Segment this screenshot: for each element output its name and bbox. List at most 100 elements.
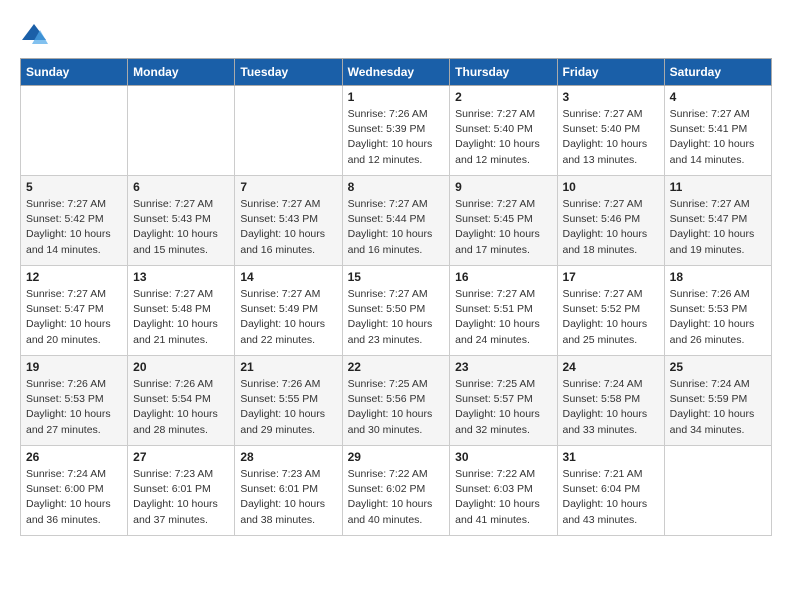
calendar-cell: 28 Sunrise: 7:23 AM Sunset: 6:01 PM Dayli… — [235, 446, 342, 536]
calendar-cell: 19Sunrise: 7:26 AM Sunset: 5:53 PM Dayli… — [21, 356, 128, 446]
calendar-cell — [21, 86, 128, 176]
day-number: 22 — [348, 360, 445, 374]
day-number: 21 — [240, 360, 336, 374]
day-info: Sunrise: 7:27 AM Sunset: 5:51 PM Dayligh… — [455, 287, 551, 348]
day-number: 3 — [563, 90, 659, 104]
day-info: Sunrise: 7:26 AM Sunset: 5:55 PM Dayligh… — [240, 377, 336, 438]
day-number: 23 — [455, 360, 551, 374]
day-info: Sunrise: 7:21 AM Sunset: 6:04 PM Dayligh… — [563, 467, 659, 528]
day-number: 7 — [240, 180, 336, 194]
calendar-cell: 17 Sunrise: 7:27 AM Sunset: 5:52 PM Dayli… — [557, 266, 664, 356]
weekday-header-sunday: Sunday — [21, 59, 128, 86]
calendar-cell: 11 Sunrise: 7:27 AM Sunset: 5:47 PM Dayli… — [664, 176, 771, 266]
day-number: 12 — [26, 270, 122, 284]
day-number: 31 — [563, 450, 659, 464]
weekday-header-wednesday: Wednesday — [342, 59, 450, 86]
calendar-cell: 3 Sunrise: 7:27 AM Sunset: 5:40 PM Daylig… — [557, 86, 664, 176]
calendar-cell: 8 Sunrise: 7:27 AM Sunset: 5:44 PM Daylig… — [342, 176, 450, 266]
calendar-cell: 31 Sunrise: 7:21 AM Sunset: 6:04 PM Dayli… — [557, 446, 664, 536]
day-info: Sunrise: 7:26 AM Sunset: 5:53 PM Dayligh… — [670, 287, 766, 348]
day-number: 1 — [348, 90, 445, 104]
day-number: 28 — [240, 450, 336, 464]
day-info: Sunrise: 7:24 AM Sunset: 5:58 PM Dayligh… — [563, 377, 659, 438]
day-number: 16 — [455, 270, 551, 284]
day-number: 5 — [26, 180, 122, 194]
day-number: 25 — [670, 360, 766, 374]
day-number: 9 — [455, 180, 551, 194]
calendar-cell: 12 Sunrise: 7:27 AM Sunset: 5:47 PM Dayli… — [21, 266, 128, 356]
page-header — [20, 20, 772, 48]
day-number: 17 — [563, 270, 659, 284]
calendar-cell: 7 Sunrise: 7:27 AM Sunset: 5:43 PM Daylig… — [235, 176, 342, 266]
day-info: Sunrise: 7:27 AM Sunset: 5:48 PM Dayligh… — [133, 287, 229, 348]
day-info: Sunrise: 7:27 AM Sunset: 5:46 PM Dayligh… — [563, 197, 659, 258]
calendar-cell: 29 Sunrise: 7:22 AM Sunset: 6:02 PM Dayli… — [342, 446, 450, 536]
calendar-cell: 25Sunrise: 7:24 AM Sunset: 5:59 PM Dayli… — [664, 356, 771, 446]
day-info: Sunrise: 7:27 AM Sunset: 5:44 PM Dayligh… — [348, 197, 445, 258]
day-info: Sunrise: 7:27 AM Sunset: 5:45 PM Dayligh… — [455, 197, 551, 258]
day-number: 27 — [133, 450, 229, 464]
day-info: Sunrise: 7:27 AM Sunset: 5:52 PM Dayligh… — [563, 287, 659, 348]
calendar-cell — [128, 86, 235, 176]
calendar-cell: 15Sunrise: 7:27 AM Sunset: 5:50 PM Dayli… — [342, 266, 450, 356]
day-info: Sunrise: 7:27 AM Sunset: 5:50 PM Dayligh… — [348, 287, 445, 348]
calendar-cell: 27 Sunrise: 7:23 AM Sunset: 6:01 PM Dayli… — [128, 446, 235, 536]
calendar-cell: 14Sunrise: 7:27 AM Sunset: 5:49 PM Dayli… — [235, 266, 342, 356]
calendar-cell: 22 Sunrise: 7:25 AM Sunset: 5:56 PM Dayli… — [342, 356, 450, 446]
calendar-cell: 9 Sunrise: 7:27 AM Sunset: 5:45 PM Daylig… — [450, 176, 557, 266]
day-info: Sunrise: 7:22 AM Sunset: 6:02 PM Dayligh… — [348, 467, 445, 528]
day-number: 6 — [133, 180, 229, 194]
weekday-header-thursday: Thursday — [450, 59, 557, 86]
day-info: Sunrise: 7:27 AM Sunset: 5:43 PM Dayligh… — [133, 197, 229, 258]
calendar-cell: 30 Sunrise: 7:22 AM Sunset: 6:03 PM Dayli… — [450, 446, 557, 536]
day-number: 24 — [563, 360, 659, 374]
day-info: Sunrise: 7:26 AM Sunset: 5:54 PM Dayligh… — [133, 377, 229, 438]
day-number: 13 — [133, 270, 229, 284]
day-info: Sunrise: 7:27 AM Sunset: 5:47 PM Dayligh… — [26, 287, 122, 348]
weekday-header-saturday: Saturday — [664, 59, 771, 86]
day-number: 29 — [348, 450, 445, 464]
day-info: Sunrise: 7:22 AM Sunset: 6:03 PM Dayligh… — [455, 467, 551, 528]
calendar-cell: 10 Sunrise: 7:27 AM Sunset: 5:46 PM Dayli… — [557, 176, 664, 266]
calendar-cell: 4Sunrise: 7:27 AM Sunset: 5:41 PM Daylig… — [664, 86, 771, 176]
day-info: Sunrise: 7:27 AM Sunset: 5:40 PM Dayligh… — [563, 107, 659, 168]
calendar-cell — [235, 86, 342, 176]
day-number: 8 — [348, 180, 445, 194]
calendar-week-5: 26 Sunrise: 7:24 AM Sunset: 6:00 PM Dayli… — [21, 446, 772, 536]
day-number: 26 — [26, 450, 122, 464]
calendar-cell: 24 Sunrise: 7:24 AM Sunset: 5:58 PM Dayli… — [557, 356, 664, 446]
day-number: 19 — [26, 360, 122, 374]
calendar-cell: 21 Sunrise: 7:26 AM Sunset: 5:55 PM Dayli… — [235, 356, 342, 446]
day-info: Sunrise: 7:27 AM Sunset: 5:43 PM Dayligh… — [240, 197, 336, 258]
calendar-cell: 20Sunrise: 7:26 AM Sunset: 5:54 PM Dayli… — [128, 356, 235, 446]
day-info: Sunrise: 7:25 AM Sunset: 5:57 PM Dayligh… — [455, 377, 551, 438]
day-info: Sunrise: 7:23 AM Sunset: 6:01 PM Dayligh… — [240, 467, 336, 528]
calendar-week-2: 5 Sunrise: 7:27 AM Sunset: 5:42 PM Daylig… — [21, 176, 772, 266]
calendar-cell: 26 Sunrise: 7:24 AM Sunset: 6:00 PM Dayli… — [21, 446, 128, 536]
weekday-header-row: SundayMondayTuesdayWednesdayThursdayFrid… — [21, 59, 772, 86]
day-number: 10 — [563, 180, 659, 194]
weekday-header-friday: Friday — [557, 59, 664, 86]
day-number: 30 — [455, 450, 551, 464]
calendar-cell: 16 Sunrise: 7:27 AM Sunset: 5:51 PM Dayli… — [450, 266, 557, 356]
day-info: Sunrise: 7:27 AM Sunset: 5:40 PM Dayligh… — [455, 107, 551, 168]
calendar-cell: 6 Sunrise: 7:27 AM Sunset: 5:43 PM Daylig… — [128, 176, 235, 266]
weekday-header-monday: Monday — [128, 59, 235, 86]
day-number: 4 — [670, 90, 766, 104]
logo — [20, 20, 52, 48]
day-info: Sunrise: 7:27 AM Sunset: 5:42 PM Dayligh… — [26, 197, 122, 258]
calendar-table: SundayMondayTuesdayWednesdayThursdayFrid… — [20, 58, 772, 536]
day-info: Sunrise: 7:25 AM Sunset: 5:56 PM Dayligh… — [348, 377, 445, 438]
day-info: Sunrise: 7:23 AM Sunset: 6:01 PM Dayligh… — [133, 467, 229, 528]
calendar-cell — [664, 446, 771, 536]
day-number: 11 — [670, 180, 766, 194]
logo-icon — [20, 20, 48, 48]
calendar-week-4: 19Sunrise: 7:26 AM Sunset: 5:53 PM Dayli… — [21, 356, 772, 446]
calendar-cell: 13 Sunrise: 7:27 AM Sunset: 5:48 PM Dayli… — [128, 266, 235, 356]
day-info: Sunrise: 7:27 AM Sunset: 5:47 PM Dayligh… — [670, 197, 766, 258]
day-number: 2 — [455, 90, 551, 104]
day-info: Sunrise: 7:24 AM Sunset: 6:00 PM Dayligh… — [26, 467, 122, 528]
weekday-header-tuesday: Tuesday — [235, 59, 342, 86]
calendar-cell: 1Sunrise: 7:26 AM Sunset: 5:39 PM Daylig… — [342, 86, 450, 176]
day-number: 18 — [670, 270, 766, 284]
